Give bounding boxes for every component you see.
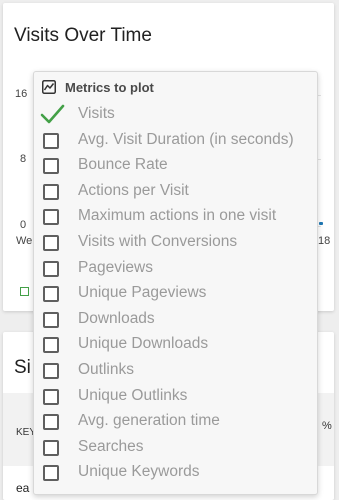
checkbox[interactable] — [43, 286, 59, 303]
metric-option[interactable]: Unique Outlinks — [34, 387, 317, 411]
metric-option-label: Outlinks — [78, 361, 134, 378]
visits-over-time-title: Visits Over Time — [14, 25, 152, 46]
export-icon[interactable] — [20, 287, 29, 296]
metric-option-label: Visits — [78, 105, 115, 122]
checkbox[interactable] — [43, 414, 59, 431]
metric-option[interactable]: Avg. Visit Duration (in seconds) — [34, 131, 317, 155]
metric-option[interactable]: Maximum actions in one visit — [34, 207, 317, 231]
series-line-fragment — [319, 222, 323, 225]
metric-option[interactable]: Unique Pageviews — [34, 284, 317, 308]
metric-option-label: Maximum actions in one visit — [78, 207, 277, 225]
checkmark-icon[interactable] — [39, 102, 65, 126]
metric-option[interactable]: Avg. generation time — [34, 412, 317, 436]
metric-option-label: Actions per Visit — [78, 181, 189, 199]
x-tick-label: We — [16, 235, 33, 247]
line-chart-icon — [42, 80, 56, 94]
metric-option[interactable]: Bounce Rate — [34, 156, 317, 180]
table-row-first-cell: ea — [16, 481, 30, 495]
metric-option[interactable]: Pageviews — [34, 259, 317, 283]
metric-option-label: Avg. generation time — [78, 412, 220, 430]
metric-option-label: Unique Pageviews — [78, 284, 207, 302]
metric-option[interactable]: Actions per Visit — [34, 182, 317, 206]
metric-option[interactable]: Visits with Conversions — [34, 233, 317, 257]
metric-option-label: Avg. Visit Duration (in seconds) — [78, 130, 294, 148]
metric-option[interactable]: Outlinks — [34, 361, 317, 385]
x-tick-label: 18 — [318, 235, 331, 247]
checkbox[interactable] — [43, 363, 59, 379]
y-tick-label: 16 — [15, 88, 28, 100]
metric-option[interactable]: Unique Downloads — [34, 335, 317, 359]
checkbox[interactable] — [43, 260, 59, 277]
sites-card-title: Si — [14, 357, 31, 378]
checkbox[interactable] — [43, 158, 59, 175]
metric-option-label: Unique Outlinks — [78, 386, 188, 404]
checkbox[interactable] — [43, 311, 59, 328]
checkbox[interactable] — [43, 235, 59, 251]
checkbox[interactable] — [43, 439, 59, 456]
checkbox[interactable] — [43, 465, 59, 482]
metric-option[interactable]: Visits — [34, 102, 317, 129]
checkbox[interactable] — [43, 132, 59, 149]
y-tick-label: 8 — [20, 153, 27, 165]
y-tick-label: 0 — [20, 219, 27, 231]
metric-option-label: Pageviews — [78, 258, 153, 276]
metric-option-label: Downloads — [78, 309, 155, 327]
metrics-to-plot-dropdown: Metrics to plot Visits Avg. Visit Duratio… — [33, 71, 318, 495]
metric-option[interactable]: Downloads — [34, 310, 317, 334]
checkbox[interactable] — [43, 388, 59, 405]
metric-option-label: Visits with Conversions — [78, 233, 238, 250]
checkbox[interactable] — [43, 209, 59, 226]
metric-option-label: Unique Keywords — [78, 463, 200, 481]
metric-option[interactable]: Unique Keywords — [34, 463, 317, 487]
metric-option[interactable]: Searches — [34, 438, 317, 462]
checkbox[interactable] — [43, 337, 59, 354]
metrics-dropdown-title: Metrics to plot — [65, 80, 154, 95]
metric-option-label: Searches — [78, 437, 144, 455]
metric-option-label: Unique Downloads — [78, 335, 209, 353]
metric-option-label: Bounce Rate — [78, 156, 168, 174]
checkbox[interactable] — [43, 183, 59, 200]
column-header-percent[interactable]: % — [322, 420, 332, 432]
